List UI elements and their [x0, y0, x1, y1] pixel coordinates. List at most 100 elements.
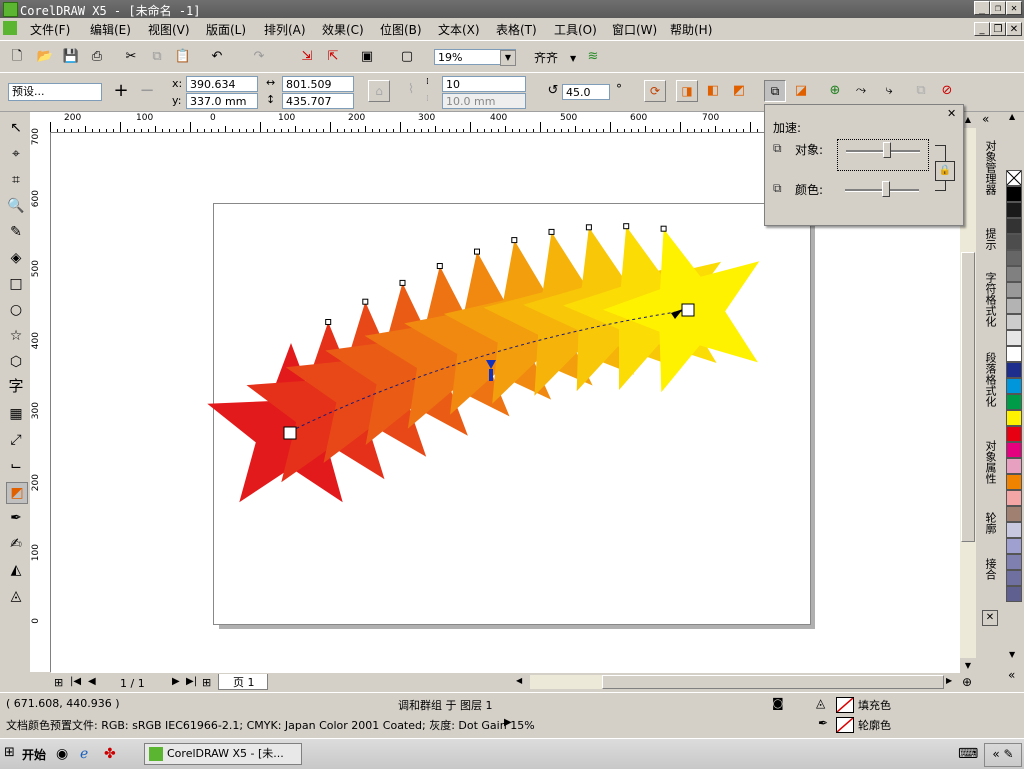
pick-tool-icon[interactable]: ↖	[6, 118, 26, 138]
x-position-field[interactable]: 390.634 mm	[186, 76, 258, 107]
snap-to-label[interactable]: 齐齐	[534, 49, 558, 66]
menu-tools[interactable]: 工具(O)	[554, 21, 597, 38]
keyboard-tray-icon[interactable]: ⌨	[958, 746, 978, 762]
text-tool-icon[interactable]: 字	[6, 376, 26, 396]
copy-blend-icon[interactable]: ⧉	[912, 82, 930, 100]
blend-node-handle[interactable]	[623, 223, 630, 230]
blend-node-handle[interactable]	[474, 248, 480, 255]
acceleration-midpoint-handle[interactable]	[489, 369, 493, 381]
import-icon[interactable]: ⇲	[298, 48, 316, 66]
doc-close-button[interactable]: ✕	[1006, 22, 1022, 36]
scroll-left-icon[interactable]: ◀	[516, 676, 522, 685]
objects-accel-slider[interactable]	[837, 139, 929, 171]
blend-node-handle[interactable]	[585, 224, 592, 231]
horizontal-scroll-thumb[interactable]	[602, 675, 944, 689]
blend-node-handle[interactable]	[548, 228, 555, 235]
y-position-field[interactable]: 337.0 mm	[186, 93, 258, 109]
ellipse-tool-icon[interactable]: ○	[6, 300, 26, 320]
doc-minimize-button[interactable]: _	[974, 22, 990, 36]
blend-node-handle[interactable]	[399, 279, 406, 286]
delete-preset-icon[interactable]: −	[138, 82, 156, 100]
snap-dropdown-icon[interactable]: ▼	[570, 54, 576, 63]
color-profile-info[interactable]: 文档颜色预置文件: RGB: sRGB IEC61966-2.1; CMYK: …	[6, 717, 535, 733]
blend-node-handle[interactable]	[436, 263, 443, 269]
menu-file[interactable]: 文件(F)	[30, 21, 70, 38]
blend-end-handle[interactable]	[681, 303, 695, 317]
cut-icon[interactable]: ✂	[122, 48, 140, 66]
rectangle-tool-icon[interactable]: □	[6, 274, 26, 294]
save-icon[interactable]: 💾	[62, 48, 80, 66]
print-icon[interactable]: ⎙	[88, 48, 106, 66]
palette-swatch[interactable]	[1006, 218, 1022, 234]
palette-swatch[interactable]	[1006, 410, 1022, 426]
palette-swatch[interactable]	[1006, 330, 1022, 346]
shape-tool-icon[interactable]: ⌖	[6, 144, 26, 164]
docker-tab-paragraph-format[interactable]: 段落格式化	[980, 352, 998, 407]
palette-scroll-up-icon[interactable]: ▲	[1009, 112, 1015, 121]
browser-quicklaunch-icon[interactable]: ◉	[56, 746, 68, 762]
insert-page-before-icon[interactable]: ⊞	[54, 676, 63, 689]
blend-steps-field[interactable]: 10	[442, 76, 526, 92]
prev-page-icon[interactable]: ◀	[88, 676, 96, 687]
objects-accel-thumb[interactable]	[882, 142, 891, 158]
ie-quicklaunch-icon[interactable]: ℯ	[80, 746, 88, 762]
welcome-screen-icon[interactable]: ▢	[398, 48, 416, 66]
redo-icon[interactable]: ↷	[250, 48, 268, 66]
export-icon[interactable]: ⇱	[324, 48, 342, 66]
palette-swatch[interactable]	[1006, 314, 1022, 330]
path-props-icon[interactable]: ⤷	[880, 82, 898, 100]
preset-dropdown[interactable]: 预设...	[8, 83, 102, 101]
app-launcher-icon[interactable]: ▣	[358, 48, 376, 66]
clockwise-blend-icon[interactable]: ◧	[704, 82, 722, 100]
open-icon[interactable]: 📂	[36, 48, 54, 66]
docker-tab-character-format[interactable]: 字符格式化	[980, 272, 998, 327]
object-color-acceleration-button[interactable]: ⧉	[764, 80, 786, 102]
minimize-button[interactable]: _	[974, 1, 990, 15]
docker-tab-hints[interactable]: 提示	[980, 228, 998, 250]
close-button[interactable]: ✕	[1006, 1, 1022, 15]
scroll-down-icon[interactable]: ▼	[960, 658, 976, 674]
palette-expand-icon[interactable]: «	[1008, 668, 1015, 682]
direct-blend-button[interactable]: ◨	[676, 80, 698, 102]
smart-fill-tool-icon[interactable]: ◈	[6, 248, 26, 268]
palette-swatch[interactable]	[1006, 250, 1022, 266]
last-page-icon[interactable]: ▶|	[186, 676, 197, 687]
blend-direction-field[interactable]: 45.0	[562, 84, 610, 100]
table-tool-icon[interactable]: ▦	[6, 404, 26, 424]
color-profile-arrow-icon[interactable]: ▶	[504, 717, 512, 728]
zoom-dropdown-icon[interactable]: ▼	[500, 50, 516, 66]
palette-swatch[interactable]	[1006, 506, 1022, 522]
palette-swatch[interactable]	[1006, 458, 1022, 474]
colors-accel-slider[interactable]	[837, 179, 927, 209]
no-color-swatch[interactable]	[1006, 170, 1022, 186]
palette-swatch[interactable]	[1006, 298, 1022, 314]
new-icon[interactable]: 🗋	[8, 48, 26, 66]
palette-swatch[interactable]	[1006, 282, 1022, 298]
tray-expand-icon[interactable]: « ✎	[984, 743, 1022, 767]
zoom-tool-icon[interactable]: 🔍	[6, 196, 26, 216]
horizontal-scroll-track[interactable]	[530, 675, 944, 689]
polygon-tool-icon[interactable]: ☆	[6, 326, 26, 346]
palette-swatch[interactable]	[1006, 202, 1022, 218]
connector-tool-icon[interactable]: ⌙	[6, 456, 26, 476]
copy-icon[interactable]: ⧉	[148, 48, 166, 66]
palette-swatch[interactable]	[1006, 538, 1022, 554]
palette-swatch[interactable]	[1006, 362, 1022, 378]
color-proof-icon[interactable]: ◙	[772, 696, 784, 710]
popup-close-icon[interactable]: ✕	[947, 107, 956, 120]
basic-shapes-tool-icon[interactable]: ⬡	[6, 352, 26, 372]
blend-tool-icon[interactable]: ◩	[6, 482, 28, 504]
vertical-scroll-thumb[interactable]	[961, 252, 975, 542]
colors-accel-thumb[interactable]	[881, 181, 890, 197]
palette-scroll-down-icon[interactable]: ▼	[1009, 650, 1015, 659]
taskbar-coreldraw-item[interactable]: CorelDRAW X5 - [未...	[144, 743, 302, 765]
menu-layout[interactable]: 版面(L)	[206, 21, 246, 38]
menu-edit[interactable]: 编辑(E)	[90, 21, 131, 38]
height-field[interactable]: 435.707 mm	[282, 93, 354, 124]
counterclockwise-blend-icon[interactable]: ◩	[730, 82, 748, 100]
fill-color-swatch[interactable]	[836, 697, 854, 713]
menu-effects[interactable]: 效果(C)	[322, 21, 364, 38]
doc-restore-button[interactable]: ❐	[990, 22, 1006, 36]
menu-help[interactable]: 帮助(H)	[670, 21, 712, 38]
blend-start-handle[interactable]	[283, 426, 297, 440]
